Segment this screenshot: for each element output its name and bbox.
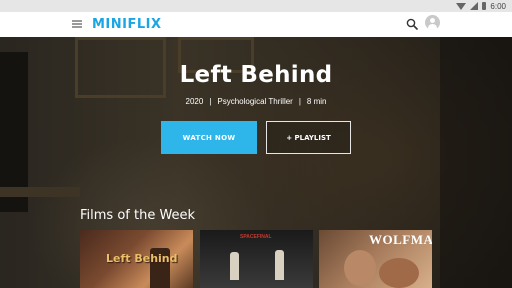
thumbnail-title-art: Left Behind xyxy=(106,252,178,265)
film-thumbnail-wolfman[interactable]: WOLFMAN xyxy=(319,230,432,288)
background-shelf xyxy=(0,187,80,197)
thumbnail-face xyxy=(379,258,419,288)
meta-separator: | xyxy=(298,97,301,106)
app-bar: MINIFLIX xyxy=(0,12,512,37)
film-thumbnail-left-behind[interactable]: Left Behind xyxy=(80,230,193,288)
hero-duration: 8 min xyxy=(306,97,327,106)
status-bar: 6:00 xyxy=(0,0,512,12)
wifi-icon xyxy=(456,2,467,10)
add-to-playlist-button[interactable]: + PLAYLIST xyxy=(266,121,351,154)
thumbnail-figure xyxy=(230,252,239,280)
watch-now-button[interactable]: WATCH NOW xyxy=(161,121,257,154)
thumbnail-title-art: WOLFMAN xyxy=(369,232,432,247)
thumbnail-face xyxy=(344,250,376,286)
signal-icon xyxy=(470,2,479,10)
hero-banner: Left Behind 2020 | Psychological Thriller |… xyxy=(0,37,512,288)
search-icon[interactable] xyxy=(406,18,418,30)
thumbnail-figure xyxy=(275,250,284,280)
status-time: 6:00 xyxy=(490,1,506,11)
hero-year: 2020 xyxy=(185,97,204,106)
film-thumbnail-spacefinal[interactable]: SPACEFINAL xyxy=(200,230,313,288)
meta-separator: | xyxy=(209,97,212,106)
app-logo[interactable]: MINIFLIX xyxy=(92,15,162,34)
menu-icon[interactable] xyxy=(72,20,82,28)
thumbnail-title-art: SPACEFINAL xyxy=(240,234,272,240)
hero-title: Left Behind xyxy=(179,62,333,88)
section-title: Films of the Week xyxy=(80,208,196,223)
status-icons: 6:00 xyxy=(456,0,506,12)
hero-genre: Psychological Thriller xyxy=(217,97,293,106)
battery-icon xyxy=(482,2,487,10)
account-icon[interactable] xyxy=(425,15,440,30)
hero-meta: 2020 | Psychological Thriller | 8 min xyxy=(0,97,512,106)
